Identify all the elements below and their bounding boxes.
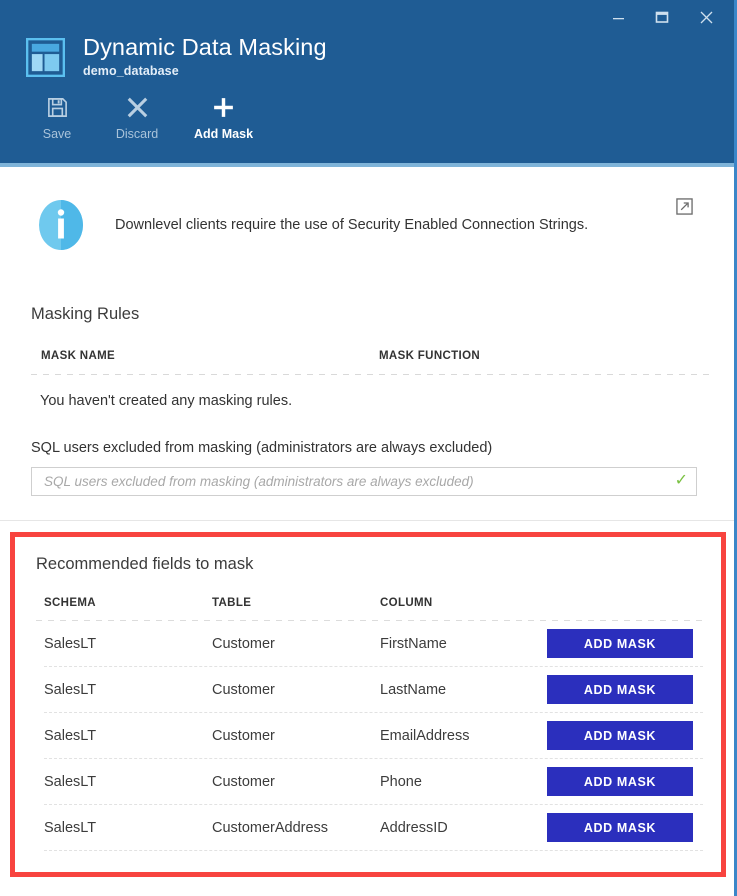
table-row: SalesLT Customer FirstName ADD MASK: [44, 621, 703, 667]
cell-action: ADD MASK: [546, 675, 703, 704]
maximize-icon: [655, 10, 669, 24]
cell-table: Customer: [212, 774, 380, 790]
excluded-users-input[interactable]: [31, 467, 697, 496]
database-table-icon: [26, 38, 65, 77]
recommended-fields-highlight: Recommended fields to mask SCHEMA TABLE …: [10, 532, 726, 877]
minimize-icon: [612, 11, 625, 24]
table-row: SalesLT Customer Phone ADD MASK: [44, 759, 703, 805]
window-controls: [596, 0, 728, 36]
add-mask-button[interactable]: ADD MASK: [547, 813, 693, 842]
save-button[interactable]: Save: [34, 94, 80, 141]
column-header-mask-name: MASK NAME: [41, 350, 379, 362]
save-button-label: Save: [43, 127, 72, 141]
cell-action: ADD MASK: [546, 629, 703, 658]
cell-table: Customer: [212, 728, 380, 744]
cell-action: ADD MASK: [546, 767, 703, 796]
info-banner: Downlevel clients require the use of Sec…: [0, 167, 734, 279]
maximize-button[interactable]: [640, 0, 684, 34]
discard-x-icon: [126, 94, 149, 120]
excluded-users-section: SQL users excluded from masking (adminis…: [0, 409, 734, 496]
cell-table: Customer: [212, 636, 380, 652]
recommended-fields-section: Recommended fields to mask SCHEMA TABLE …: [15, 537, 721, 872]
add-mask-button[interactable]: ADD MASK: [547, 721, 693, 750]
recommended-fields-title: Recommended fields to mask: [15, 537, 721, 574]
cell-schema: SalesLT: [44, 728, 212, 744]
discard-button-label: Discard: [116, 127, 158, 141]
external-link-icon[interactable]: [676, 198, 693, 215]
database-name: demo_database: [83, 64, 327, 78]
masking-rules-title: Masking Rules: [0, 305, 734, 324]
cell-schema: SalesLT: [44, 820, 212, 836]
info-banner-text: Downlevel clients require the use of Sec…: [115, 215, 588, 235]
masking-rules-header-row: MASK NAME MASK FUNCTION: [41, 350, 712, 362]
recommended-header-row: SCHEMA TABLE COLUMN: [44, 597, 721, 609]
excluded-users-field-wrap: ✓: [31, 467, 697, 496]
cell-schema: SalesLT: [44, 682, 212, 698]
cell-column: FirstName: [380, 636, 546, 652]
cell-column: EmailAddress: [380, 728, 546, 744]
cell-action: ADD MASK: [546, 721, 703, 750]
column-header-schema: SCHEMA: [44, 597, 212, 609]
info-circle-icon: [34, 198, 88, 252]
window-header: Dynamic Data Masking demo_database Save: [0, 0, 734, 163]
main-content: Downlevel clients require the use of Sec…: [0, 167, 734, 521]
add-mask-button[interactable]: ADD MASK: [547, 675, 693, 704]
add-mask-button[interactable]: ADD MASK: [547, 629, 693, 658]
add-mask-toolbar-label: Add Mask: [194, 127, 253, 141]
dynamic-data-masking-window: Dynamic Data Masking demo_database Save: [0, 0, 737, 896]
cell-table: CustomerAddress: [212, 820, 380, 836]
masking-rules-empty-message: You haven't created any masking rules.: [0, 375, 734, 409]
discard-button[interactable]: Discard: [114, 94, 160, 141]
column-header-mask-function: MASK FUNCTION: [379, 350, 480, 362]
cell-column: LastName: [380, 682, 546, 698]
excluded-users-label: SQL users excluded from masking (adminis…: [0, 440, 734, 456]
masking-rules-section: Masking Rules MASK NAME MASK FUNCTION Yo…: [0, 279, 734, 409]
title-block: Dynamic Data Masking demo_database: [26, 33, 327, 78]
cell-action: ADD MASK: [546, 813, 703, 842]
plus-icon: [211, 94, 236, 120]
cell-column: Phone: [380, 774, 546, 790]
cell-table: Customer: [212, 682, 380, 698]
table-row: SalesLT Customer EmailAddress ADD MASK: [44, 713, 703, 759]
table-row: SalesLT Customer LastName ADD MASK: [44, 667, 703, 713]
column-header-column: COLUMN: [380, 597, 546, 609]
cell-schema: SalesLT: [44, 636, 212, 652]
table-row: SalesLT CustomerAddress AddressID ADD MA…: [44, 805, 703, 851]
column-header-action: [546, 597, 721, 609]
close-icon: [699, 10, 714, 25]
column-header-table: TABLE: [212, 597, 380, 609]
cell-column: AddressID: [380, 820, 546, 836]
page-title: Dynamic Data Masking: [83, 33, 327, 61]
add-mask-toolbar-button[interactable]: Add Mask: [194, 94, 253, 141]
content-divider: [0, 520, 734, 521]
save-icon: [46, 94, 69, 120]
close-button[interactable]: [684, 0, 728, 34]
cell-schema: SalesLT: [44, 774, 212, 790]
toolbar: Save Discard Add Mask: [34, 94, 287, 141]
minimize-button[interactable]: [596, 0, 640, 34]
add-mask-button[interactable]: ADD MASK: [547, 767, 693, 796]
